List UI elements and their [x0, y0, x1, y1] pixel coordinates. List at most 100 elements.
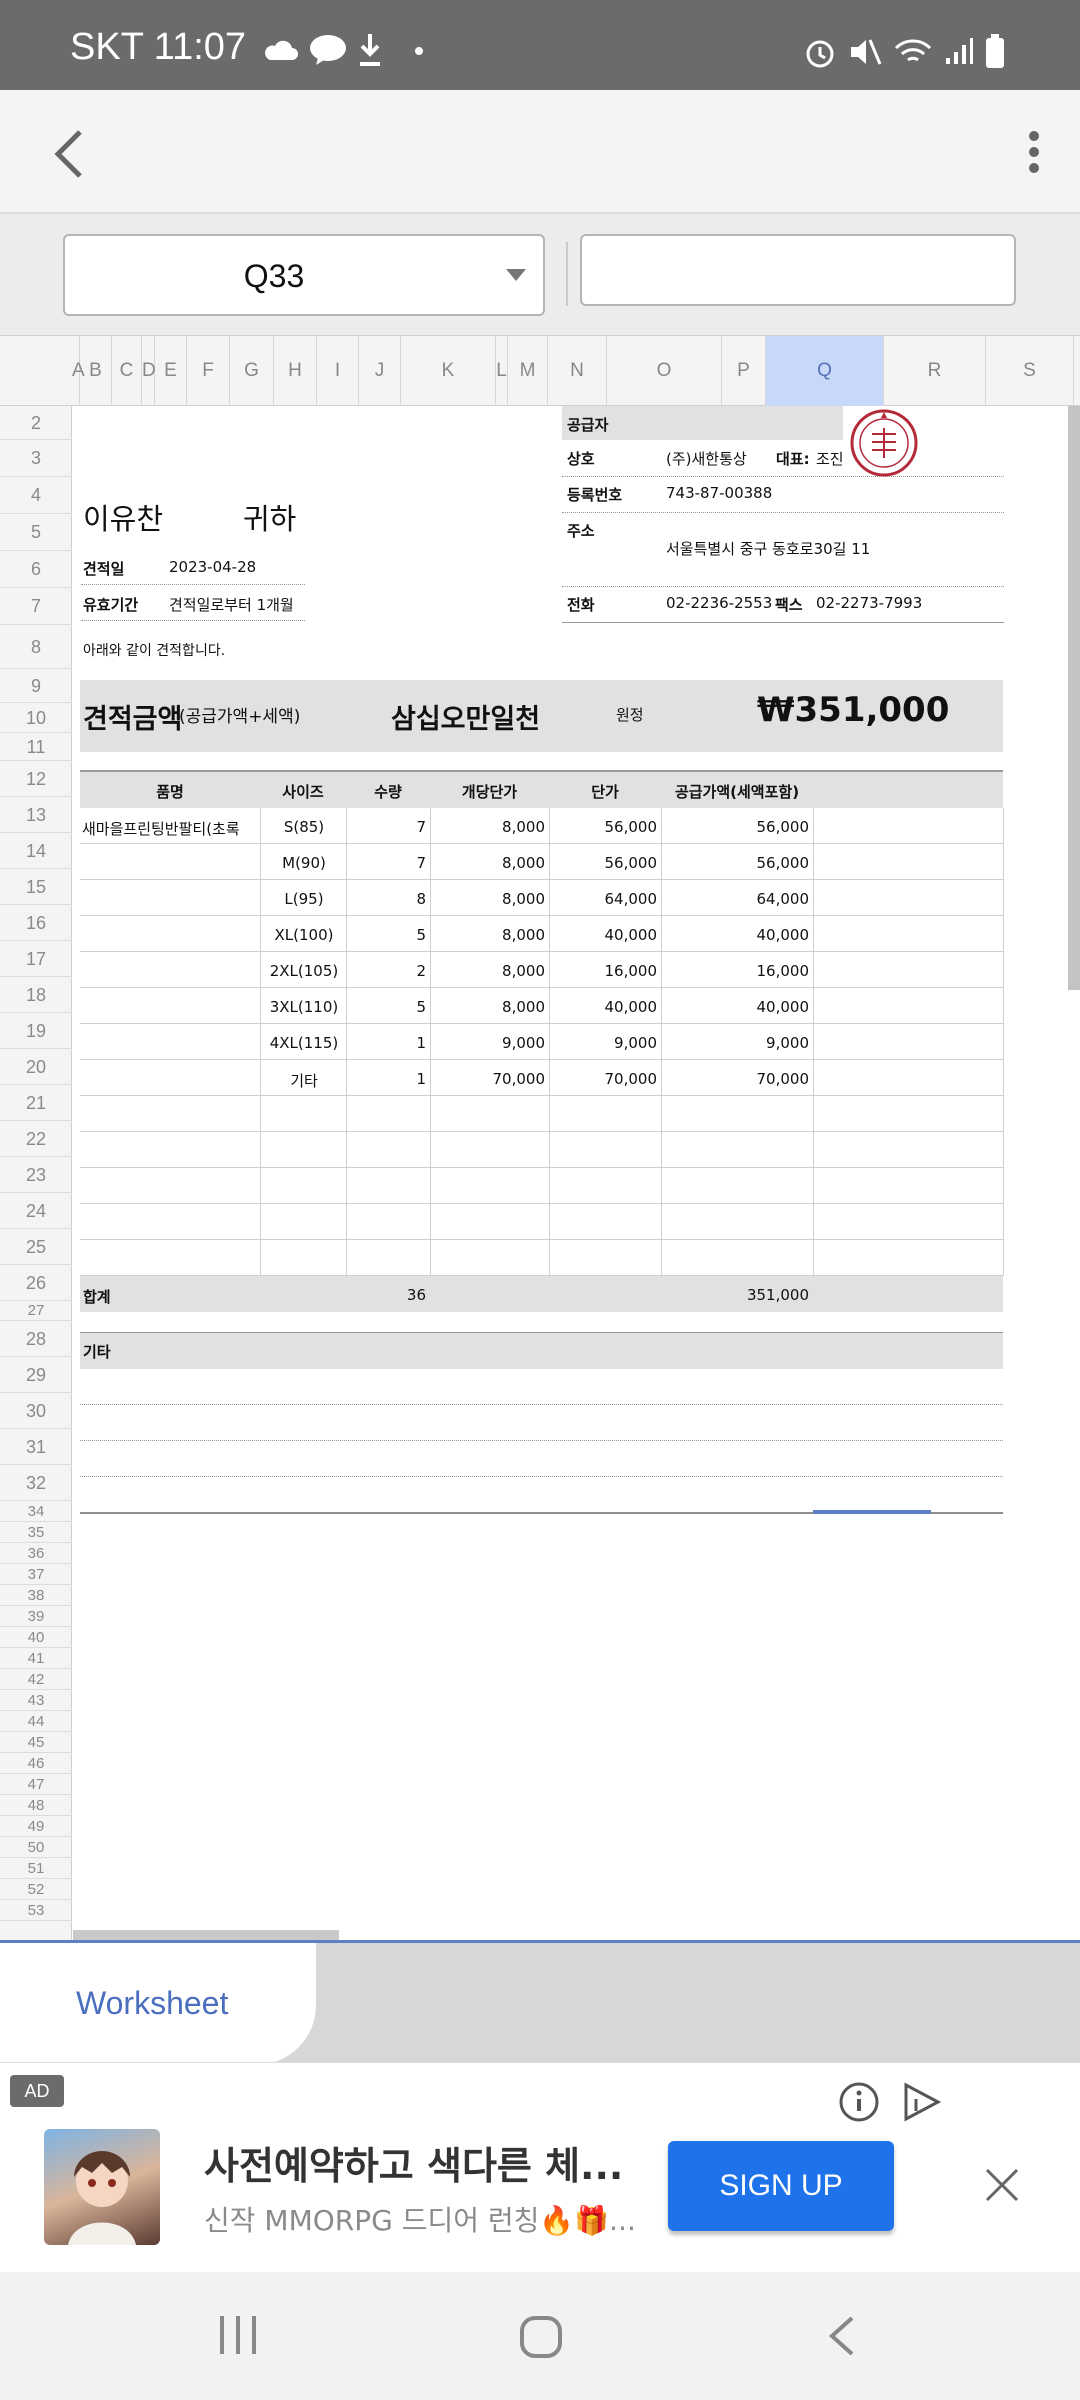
row-header-13[interactable]: 13 — [0, 797, 72, 833]
table-cell[interactable]: 16,000 — [549, 962, 661, 980]
table-cell[interactable]: 2 — [346, 962, 430, 980]
table-cell[interactable]: 9,000 — [661, 1034, 813, 1052]
column-header-q[interactable]: Q — [766, 336, 884, 406]
table-cell[interactable]: 8,000 — [430, 926, 549, 944]
row-header-14[interactable]: 14 — [0, 833, 72, 869]
home-icon[interactable] — [518, 2314, 564, 2360]
table-cell[interactable]: 3XL(110) — [260, 998, 346, 1016]
column-header-m[interactable]: M — [508, 336, 548, 406]
table-cell[interactable]: 새마을프린팅반팔티(초록 — [80, 818, 260, 839]
row-header-7[interactable]: 7 — [0, 588, 72, 625]
row-header-16[interactable]: 16 — [0, 905, 72, 941]
column-header-e[interactable]: E — [155, 336, 187, 406]
column-header-i[interactable]: I — [317, 336, 359, 406]
table-cell[interactable]: 70,000 — [549, 1070, 661, 1088]
row-header-8[interactable]: 8 — [0, 625, 72, 669]
row-header-9[interactable]: 9 — [0, 669, 72, 703]
table-cell[interactable]: 70,000 — [430, 1070, 549, 1088]
adchoices-icon[interactable] — [900, 2081, 942, 2123]
row-header-32[interactable]: 32 — [0, 1465, 72, 1501]
row-header-19[interactable]: 19 — [0, 1013, 72, 1049]
row-header-6[interactable]: 6 — [0, 551, 72, 588]
column-header-s[interactable]: S — [986, 336, 1074, 406]
row-header-30[interactable]: 30 — [0, 1393, 72, 1429]
row-header-26[interactable]: 26 — [0, 1265, 72, 1301]
table-cell[interactable]: 8,000 — [430, 962, 549, 980]
table-cell[interactable]: 56,000 — [661, 854, 813, 872]
row-header-46[interactable]: 46 — [0, 1753, 72, 1774]
row-header-50[interactable]: 50 — [0, 1837, 72, 1858]
close-icon[interactable] — [984, 2167, 1020, 2203]
row-header-17[interactable]: 17 — [0, 941, 72, 977]
row-header-28[interactable]: 28 — [0, 1321, 72, 1357]
row-header-38[interactable]: 38 — [0, 1585, 72, 1606]
row-header-24[interactable]: 24 — [0, 1193, 72, 1229]
row-header-40[interactable]: 40 — [0, 1627, 72, 1648]
table-cell[interactable]: 56,000 — [661, 818, 813, 836]
table-cell[interactable]: S(85) — [260, 818, 346, 836]
horizontal-scrollbar[interactable] — [73, 1930, 339, 1940]
table-cell[interactable]: 1 — [346, 1070, 430, 1088]
table-cell[interactable]: XL(100) — [260, 926, 346, 944]
column-header-g[interactable]: G — [230, 336, 274, 406]
table-cell[interactable]: 40,000 — [661, 998, 813, 1016]
row-header-27[interactable]: 27 — [0, 1301, 72, 1321]
table-cell[interactable]: 7 — [346, 854, 430, 872]
column-header-j[interactable]: J — [359, 336, 401, 406]
table-cell[interactable]: 8 — [346, 890, 430, 908]
back-nav-icon[interactable] — [824, 2314, 858, 2358]
row-header-25[interactable]: 25 — [0, 1229, 72, 1265]
row-header-18[interactable]: 18 — [0, 977, 72, 1013]
column-header-c[interactable]: C — [112, 336, 142, 406]
table-cell[interactable]: 56,000 — [549, 854, 661, 872]
column-header-f[interactable]: F — [187, 336, 230, 406]
row-header-39[interactable]: 39 — [0, 1606, 72, 1627]
column-header-k[interactable]: K — [401, 336, 496, 406]
table-cell[interactable]: 64,000 — [549, 890, 661, 908]
column-header-o[interactable]: O — [607, 336, 722, 406]
row-header-20[interactable]: 20 — [0, 1049, 72, 1085]
row-header-2[interactable]: 2 — [0, 406, 72, 440]
table-cell[interactable]: 16,000 — [661, 962, 813, 980]
row-header-12[interactable]: 12 — [0, 761, 72, 797]
row-header-29[interactable]: 29 — [0, 1357, 72, 1393]
table-cell[interactable]: 7 — [346, 818, 430, 836]
vertical-scrollbar[interactable] — [1068, 406, 1080, 990]
column-header-r[interactable]: R — [884, 336, 986, 406]
table-cell[interactable]: 1 — [346, 1034, 430, 1052]
row-header-3[interactable]: 3 — [0, 440, 72, 477]
column-header-h[interactable]: H — [274, 336, 317, 406]
ad-banner[interactable]: AD 사전예약하고 색다른 체... 신작 MMORPG 드디어 런칭🔥🎁...… — [0, 2062, 1080, 2272]
row-header-11[interactable]: 11 — [0, 733, 72, 761]
cell-reference-box[interactable]: Q33 — [63, 234, 545, 316]
recent-apps-icon[interactable] — [216, 2314, 260, 2356]
back-arrow-icon[interactable] — [52, 128, 86, 180]
row-header-5[interactable]: 5 — [0, 514, 72, 551]
row-header-4[interactable]: 4 — [0, 477, 72, 514]
table-cell[interactable]: 8,000 — [430, 998, 549, 1016]
row-header-23[interactable]: 23 — [0, 1157, 72, 1193]
row-header-34[interactable]: 34 — [0, 1501, 72, 1522]
table-cell[interactable]: 9,000 — [430, 1034, 549, 1052]
row-header-49[interactable]: 49 — [0, 1816, 72, 1837]
column-header-n[interactable]: N — [548, 336, 607, 406]
table-cell[interactable]: 40,000 — [661, 926, 813, 944]
row-header-37[interactable]: 37 — [0, 1564, 72, 1585]
sheet-grid[interactable]: 이유찬 귀하 견적일 2023-04-28 유효기간 견적일로부터 1개월 아래… — [73, 406, 1080, 1940]
row-header-22[interactable]: 22 — [0, 1121, 72, 1157]
row-header-43[interactable]: 43 — [0, 1690, 72, 1711]
table-cell[interactable]: M(90) — [260, 854, 346, 872]
table-cell[interactable]: 9,000 — [549, 1034, 661, 1052]
table-cell[interactable]: 40,000 — [549, 926, 661, 944]
row-header-47[interactable]: 47 — [0, 1774, 72, 1795]
table-cell[interactable]: 4XL(115) — [260, 1034, 346, 1052]
table-cell[interactable]: L(95) — [260, 890, 346, 908]
table-cell[interactable]: 2XL(105) — [260, 962, 346, 980]
row-header-44[interactable]: 44 — [0, 1711, 72, 1732]
tab-worksheet[interactable]: Worksheet — [0, 1943, 316, 2065]
table-cell[interactable]: 8,000 — [430, 890, 549, 908]
row-header-42[interactable]: 42 — [0, 1669, 72, 1690]
row-header-51[interactable]: 51 — [0, 1858, 72, 1879]
selected-cell-q33[interactable] — [813, 1510, 931, 1514]
info-icon[interactable] — [838, 2081, 880, 2123]
